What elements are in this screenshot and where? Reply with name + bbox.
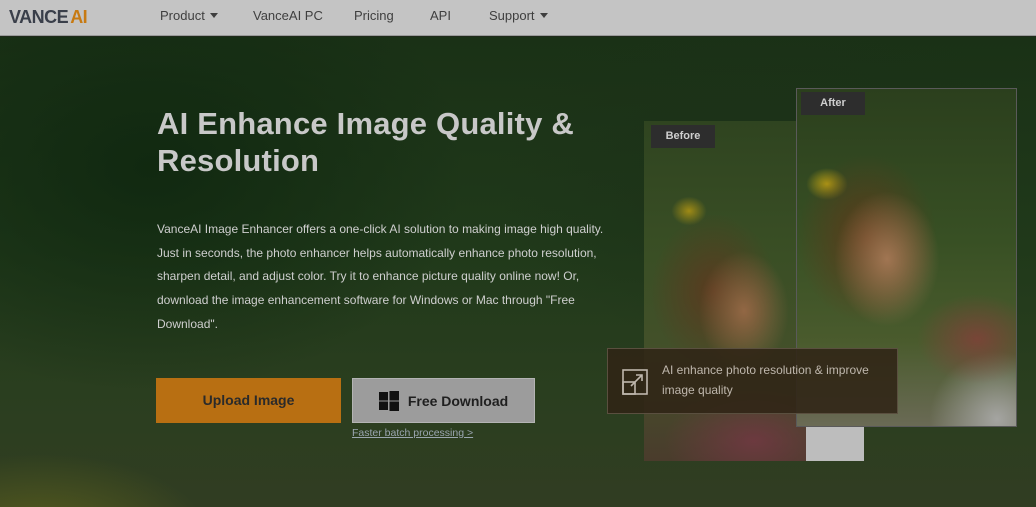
page-title: AI Enhance Image Quality & Resolution [157,106,574,178]
before-label: Before [651,125,715,148]
nav-pricing[interactable]: Pricing [354,0,394,32]
vanceai-logo[interactable]: VANCE AI [9,6,88,28]
expand-icon [622,369,648,395]
free-download-button[interactable]: Free Download [352,378,535,423]
nav-pricing-label: Pricing [354,8,394,23]
nav-vanceai-pc[interactable]: VanceAI PC [253,0,323,32]
caption-text: AI enhance photo resolution & improve im… [662,363,869,397]
chevron-down-icon [209,13,218,18]
logo-accent-text: AI [70,7,88,27]
nav-api-label: API [430,8,451,23]
free-download-label: Free Download [407,392,509,409]
hero-description: VanceAI Image Enhancer offers a one-clic… [157,222,604,331]
comparison-caption: AI enhance photo resolution & improve im… [607,348,898,414]
nav-product[interactable]: Product [160,0,218,32]
top-nav-bar: VANCE AI Product VanceAI PC Pricing API S… [0,0,1036,36]
faster-batch-processing-link[interactable]: Faster batch processing > [352,427,473,439]
upload-image-button[interactable]: Upload Image [156,378,341,423]
nav-support[interactable]: Support [489,0,548,32]
nav-vanceai-pc-label: VanceAI PC [253,8,323,23]
nav-product-label: Product [160,8,205,23]
logo-main-text: VANCE [9,7,69,27]
nav-api[interactable]: API [430,0,451,32]
windows-icon [378,390,399,411]
nav-support-label: Support [489,8,535,23]
chevron-down-icon [539,13,548,18]
image-blank-corner [806,427,864,461]
after-label: After [801,92,865,115]
